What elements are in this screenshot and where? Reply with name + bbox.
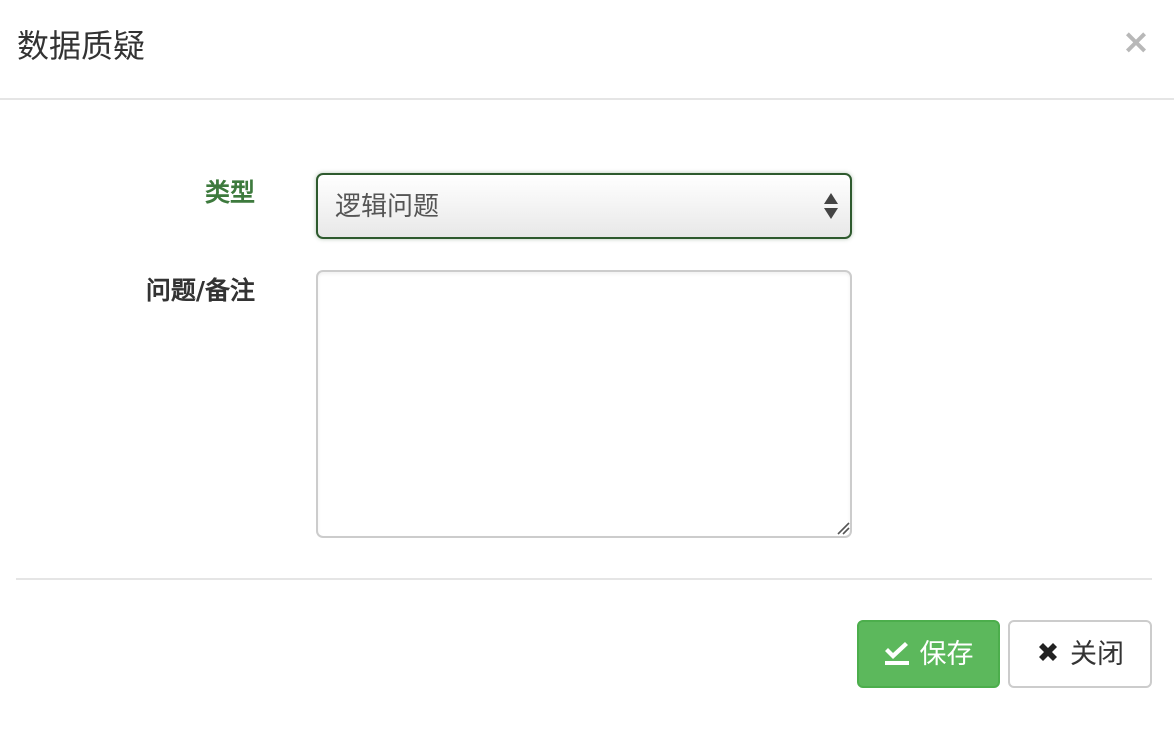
x-mark-icon [1039, 642, 1057, 661]
resize-grip-icon[interactable] [836, 521, 850, 535]
type-select-value: 逻辑问题 [335, 192, 440, 222]
save-button-label: 保存 [919, 638, 974, 670]
dialog-header: 数据质疑 × [0, 0, 1174, 100]
dialog-title: 数据质疑 [17, 27, 146, 65]
select-updown-arrows-icon [824, 193, 838, 221]
close-button[interactable]: 关闭 [1008, 620, 1152, 688]
note-textarea[interactable] [316, 270, 852, 538]
save-button[interactable]: 保存 [857, 620, 1000, 688]
note-label: 问题/备注 [145, 276, 255, 305]
check-save-icon [884, 641, 909, 665]
footer-divider [16, 578, 1152, 580]
close-button-label: 关闭 [1070, 638, 1124, 670]
data-query-dialog: 数据质疑 × 类型 逻辑问题 问题/备注 保存 关闭 [0, 0, 1174, 734]
type-select[interactable]: 逻辑问题 [316, 173, 852, 239]
type-label: 类型 [204, 178, 255, 207]
close-icon[interactable]: × [1120, 22, 1152, 62]
